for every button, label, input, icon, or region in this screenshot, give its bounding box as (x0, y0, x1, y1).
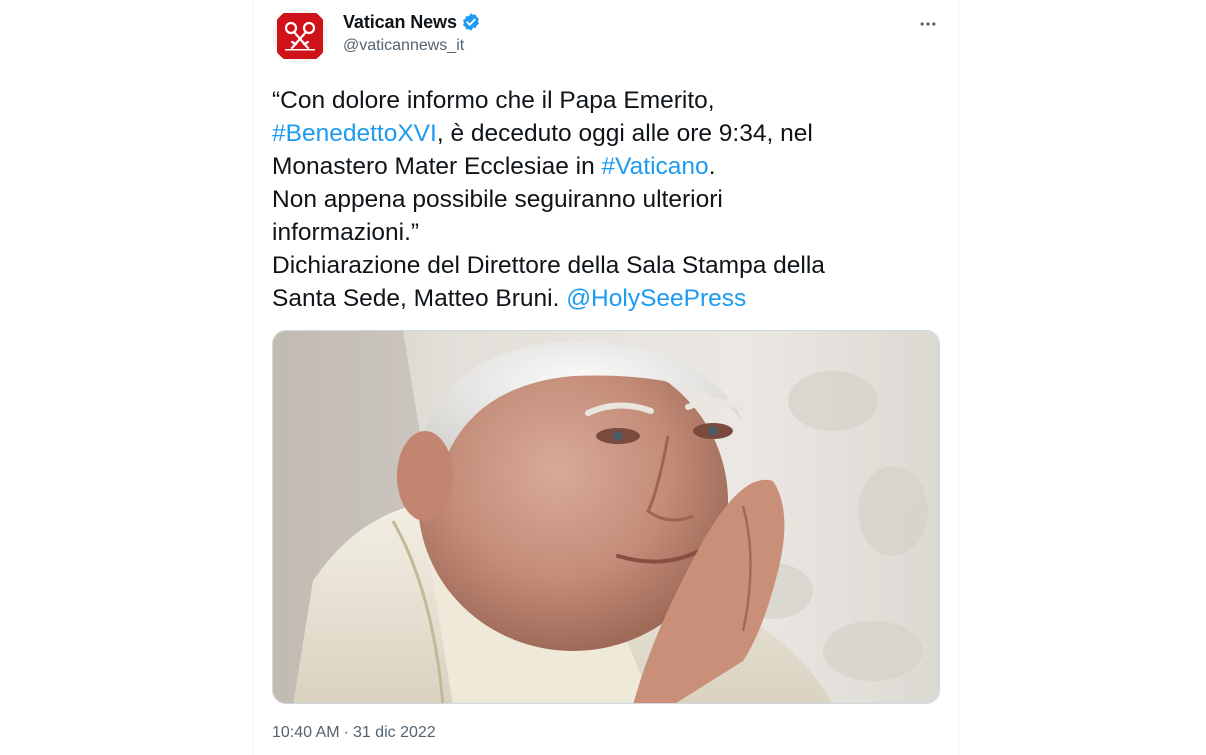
tweet-text-fragment: Santa Sede, Matteo Bruni. (272, 285, 567, 312)
vatican-news-logo-icon (277, 13, 323, 59)
tweet-text: “Con dolore informo che il Papa Emerito,… (272, 84, 932, 315)
timeline-right-border (958, 0, 959, 755)
portrait-photo-image (273, 331, 939, 703)
user-handle[interactable]: @vaticannews_it (343, 37, 481, 55)
tweet-date[interactable]: 31 dic 2022 (353, 724, 436, 741)
timestamp-separator: · (343, 724, 349, 741)
more-horizontal-icon (920, 22, 936, 26)
mention-link[interactable]: @HolySeePress (566, 285, 746, 312)
tweet-text-line: Dichiarazione del Direttore della Sala S… (272, 252, 825, 279)
tweet[interactable]: Vatican News @vaticannews_it “Con dolore… (272, 0, 940, 755)
tweet-text-line: Non appena possibile seguiranno ulterior… (272, 186, 723, 213)
tweet-header: Vatican News @vaticannews_it (343, 10, 481, 55)
verified-badge-icon (461, 12, 481, 32)
tweet-photo[interactable] (272, 330, 940, 704)
tweet-text-line: Monastero Mater Ecclesiae in #Vaticano. (272, 150, 932, 183)
hashtag-link[interactable]: #BenedettoXVI (272, 120, 437, 147)
timeline-left-border (252, 0, 253, 755)
tweet-text-line: “Con dolore informo che il Papa Emerito, (272, 87, 715, 114)
tweet-text-line: Santa Sede, Matteo Bruni. @HolySeePress (272, 282, 932, 315)
hashtag-link[interactable]: #Vaticano (602, 153, 709, 180)
more-options-button[interactable] (916, 12, 940, 36)
tweet-timestamp[interactable]: 10:40 AM · 31 dic 2022 (272, 724, 436, 742)
tweet-time[interactable]: 10:40 AM (272, 724, 340, 741)
tweet-text-fragment: Monastero Mater Ecclesiae in (272, 153, 602, 180)
tweet-text-line: informazioni.” (272, 219, 420, 246)
tweet-text-line: #BenedettoXVI, è deceduto oggi alle ore … (272, 117, 932, 150)
display-name[interactable]: Vatican News (343, 12, 457, 33)
tweet-text-fragment: , è deceduto oggi alle ore 9:34, nel (436, 120, 813, 147)
avatar[interactable] (272, 8, 328, 64)
tweet-text-fragment: . (708, 153, 716, 180)
